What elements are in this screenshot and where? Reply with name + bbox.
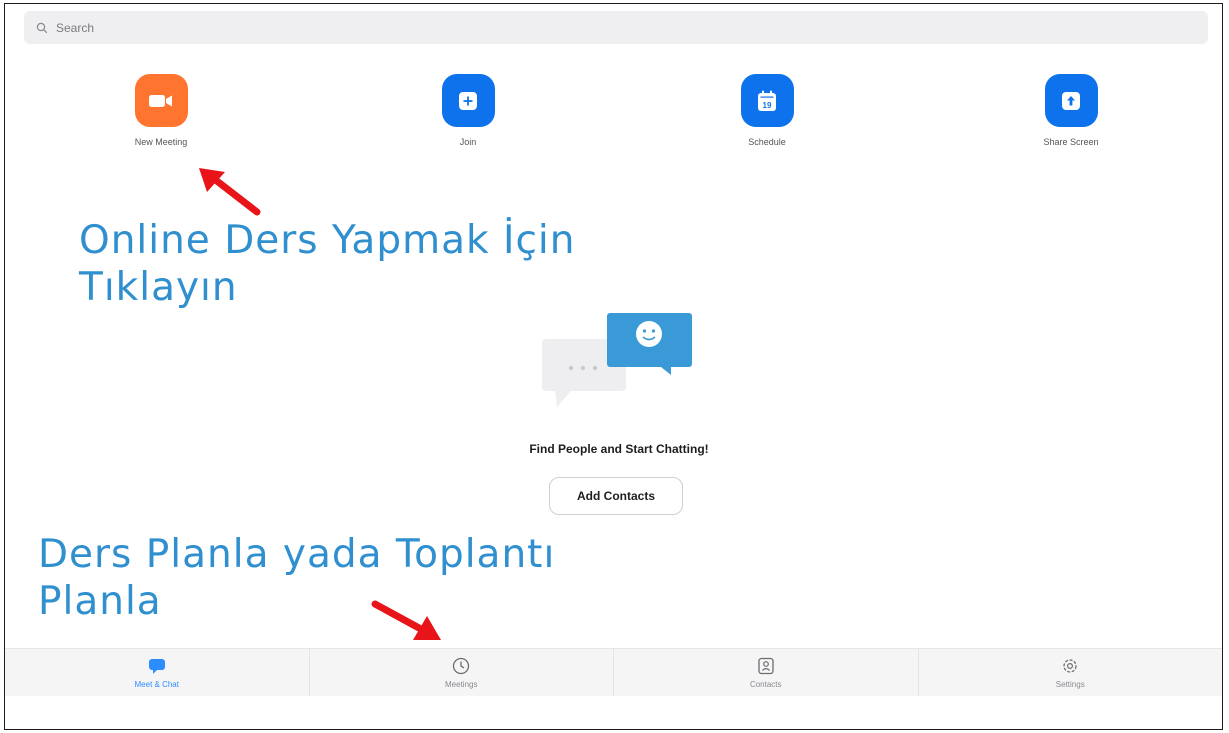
upload-arrow-icon[interactable] — [1044, 74, 1098, 127]
annotation-meetings: Ders Planla yada Toplantı Planla — [38, 531, 555, 625]
gear-icon — [1059, 656, 1081, 676]
red-arrow-icon — [371, 600, 441, 640]
calendar-day: 19 — [763, 101, 772, 110]
clock-icon — [450, 656, 472, 676]
annotation-line: Online Ders Yapmak İçin — [79, 218, 576, 263]
plus-icon[interactable] — [441, 74, 495, 127]
tab-label: Meet & Chat — [134, 680, 179, 689]
annotation-new-meeting: Online Ders Yapmak İçin Tıklayın — [79, 217, 575, 311]
zoom-home-window: New Meeting Join 19 Schedule Share Scree… — [4, 3, 1223, 730]
schedule-label: Schedule — [748, 137, 786, 147]
video-camera-icon[interactable] — [134, 74, 188, 127]
search-input[interactable] — [54, 19, 1158, 36]
contact-card-icon — [755, 656, 777, 676]
empty-state-title: Find People and Start Chatting! — [529, 442, 709, 456]
search-icon — [36, 22, 48, 34]
tab-meetings[interactable]: Meetings — [308, 649, 614, 696]
add-contacts-button[interactable]: Add Contacts — [549, 477, 683, 515]
tab-label: Meetings — [445, 680, 478, 689]
chat-bubble-icon — [146, 656, 168, 676]
annotation-line: Planla — [38, 579, 162, 624]
new-meeting-button[interactable]: New Meeting — [101, 74, 221, 147]
chat-bubbles-illustration — [542, 313, 692, 407]
share-screen-label: Share Screen — [1043, 137, 1099, 147]
schedule-button[interactable]: 19 Schedule — [707, 74, 827, 147]
bottom-tab-bar: Meet & Chat Meetings Contacts Settings — [5, 648, 1222, 696]
calendar-icon[interactable]: 19 — [740, 74, 794, 127]
new-meeting-label: New Meeting — [134, 137, 188, 147]
join-label: Join — [459, 137, 477, 147]
tab-meet-chat[interactable]: Meet & Chat — [5, 649, 309, 696]
search-bar[interactable] — [24, 11, 1208, 44]
tab-label: Settings — [1055, 680, 1085, 689]
tab-contacts[interactable]: Contacts — [613, 649, 918, 696]
annotation-line: Ders Planla yada Toplantı — [38, 532, 556, 577]
annotation-line: Tıklayın — [79, 265, 238, 310]
join-button[interactable]: Join — [408, 74, 528, 147]
tab-settings[interactable]: Settings — [917, 649, 1223, 696]
red-arrow-icon — [199, 168, 261, 216]
share-screen-button[interactable]: Share Screen — [1011, 74, 1131, 147]
tab-label: Contacts — [749, 680, 782, 689]
